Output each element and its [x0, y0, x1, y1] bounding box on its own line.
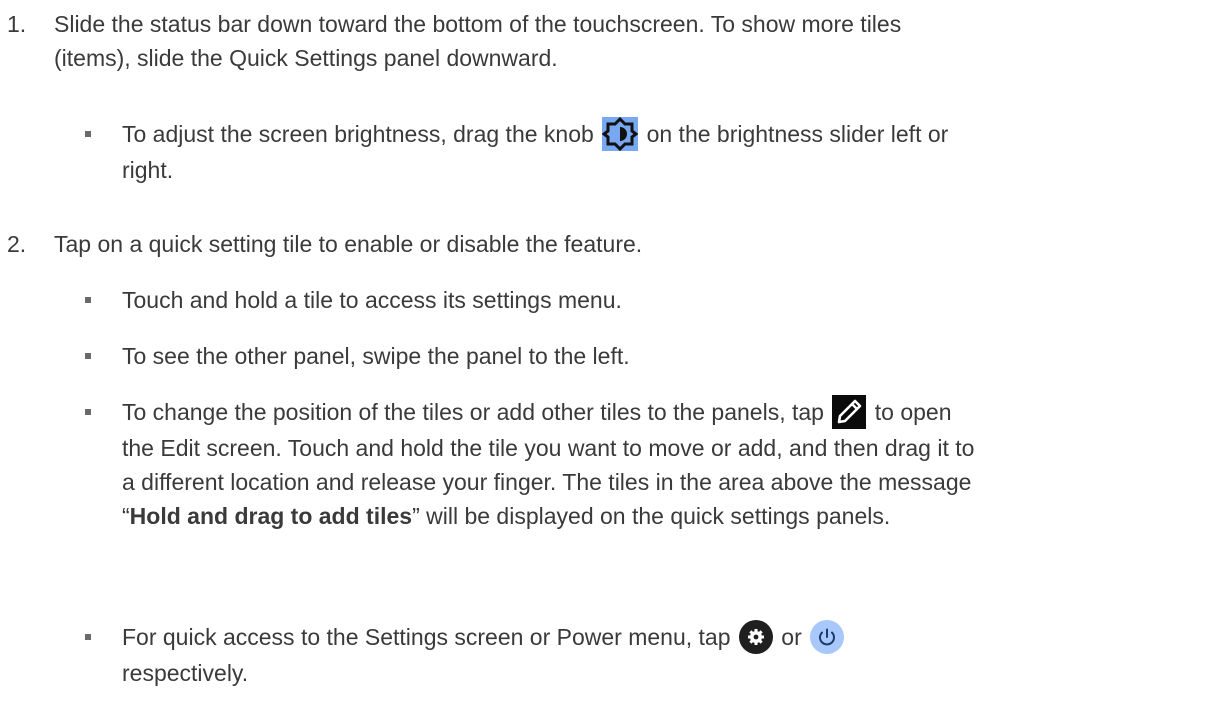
step-number: 2.	[7, 231, 27, 257]
bullet-text: For quick access to the Settings screen …	[122, 619, 1182, 690]
bullet-text: To change the position of the tiles or a…	[122, 394, 1182, 533]
bullet-marker	[85, 297, 91, 303]
step-line: (items), slide the Quick Settings panel …	[54, 45, 558, 71]
bullet-text-segment: ” will be displayed on the quick setting…	[412, 502, 891, 529]
power-icon	[810, 619, 845, 654]
step-number: 1.	[7, 11, 27, 37]
step-text: Tap on a quick setting tile to enable or…	[54, 227, 1164, 261]
bullet-marker	[85, 353, 91, 359]
bullet-marker	[85, 634, 91, 640]
pencil-edit-icon	[832, 394, 867, 429]
brightness-knob-icon	[602, 116, 639, 151]
bullet-text-segment: right.	[122, 156, 174, 183]
settings-gear-icon	[738, 619, 773, 654]
step-line: Tap on a quick setting tile to enable or…	[54, 231, 643, 257]
bullet-text-segment: a different location and release your fi…	[122, 468, 972, 495]
bullet-text: Touch and hold a tile to access its sett…	[122, 287, 622, 313]
bullet-text-segment: respectively.	[122, 659, 249, 686]
bullet-text-segment: To adjust the screen brightness, drag th…	[122, 121, 594, 147]
bullet-text-segment: on the brightness slider left or	[646, 121, 949, 147]
open-quote: “	[122, 502, 130, 529]
bullet-text-segment: To change the position of the tiles or a…	[122, 399, 824, 425]
bullet-text-segment: or	[781, 624, 802, 650]
step-text: Slide the status bar down toward the bot…	[54, 7, 1164, 75]
bullet-text-segment: For quick access to the Settings screen …	[122, 624, 731, 650]
bullet-marker	[85, 131, 91, 137]
bullet-text: To see the other panel, swipe the panel …	[122, 343, 630, 369]
bullet-text-segment: the Edit screen. Touch and hold the tile…	[122, 434, 975, 461]
bullet-marker	[85, 409, 91, 415]
bold-phrase: Hold and drag to add tiles	[129, 502, 413, 529]
bullet-text: To adjust the screen brightness, drag th…	[122, 116, 1182, 187]
step-line: Slide the status bar down toward the bot…	[54, 11, 902, 37]
bullet-text-segment: to open	[874, 399, 952, 425]
